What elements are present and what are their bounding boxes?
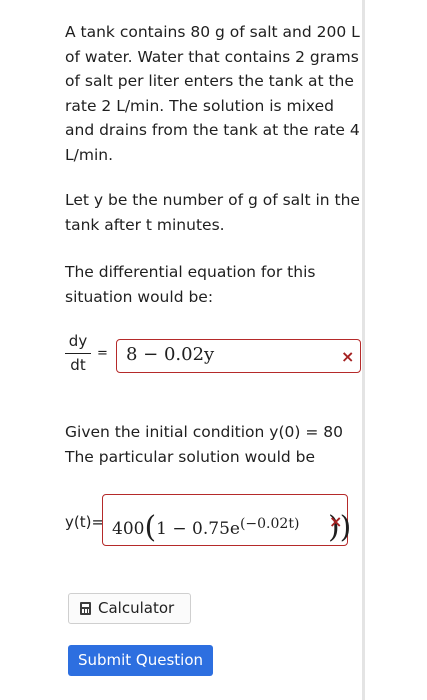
problem-statement: A tank contains 80 g of salt and 200 L o… bbox=[65, 23, 360, 164]
derivative-fraction: dy dt bbox=[65, 332, 91, 375]
initial-condition-prompt: Given the initial condition y(0) = 80 Th… bbox=[65, 423, 343, 466]
de-answer-value: 8 − 0.02y bbox=[126, 344, 215, 365]
de-answer-input[interactable]: 8 − 0.02y bbox=[116, 339, 361, 373]
derivative-numerator: dy bbox=[68, 332, 88, 350]
solution-answer-input[interactable]: 400(1 − 0.75e (−0.02t))) bbox=[102, 494, 351, 546]
calculator-icon bbox=[80, 602, 91, 615]
solution-answer-value: 400(1 − 0.75e (−0.02t))) bbox=[112, 513, 351, 543]
solution-inner: 1 − 0.75e bbox=[156, 519, 240, 539]
de-prompt: The differential equation for this situa… bbox=[65, 263, 316, 306]
submit-question-button[interactable]: Submit Question bbox=[68, 645, 213, 676]
calculator-label: Calculator bbox=[98, 599, 175, 617]
derivative-denominator: dt bbox=[70, 356, 86, 374]
fraction-bar bbox=[65, 353, 91, 354]
scrollbar-divider bbox=[362, 0, 365, 700]
calculator-button[interactable]: Calculator bbox=[68, 593, 191, 624]
incorrect-icon: × bbox=[341, 347, 355, 366]
solution-label: y(t)= bbox=[65, 513, 105, 531]
scrollbar-track[interactable] bbox=[365, 0, 427, 700]
solution-coefficient: 400 bbox=[112, 519, 145, 539]
incorrect-icon: × bbox=[329, 512, 343, 531]
open-paren: ( bbox=[144, 510, 157, 545]
equals-sign: = bbox=[97, 346, 108, 361]
solution-exponent: (−0.02t) bbox=[239, 516, 300, 532]
variable-definition: Let y be the number of g of salt in the … bbox=[65, 191, 360, 234]
